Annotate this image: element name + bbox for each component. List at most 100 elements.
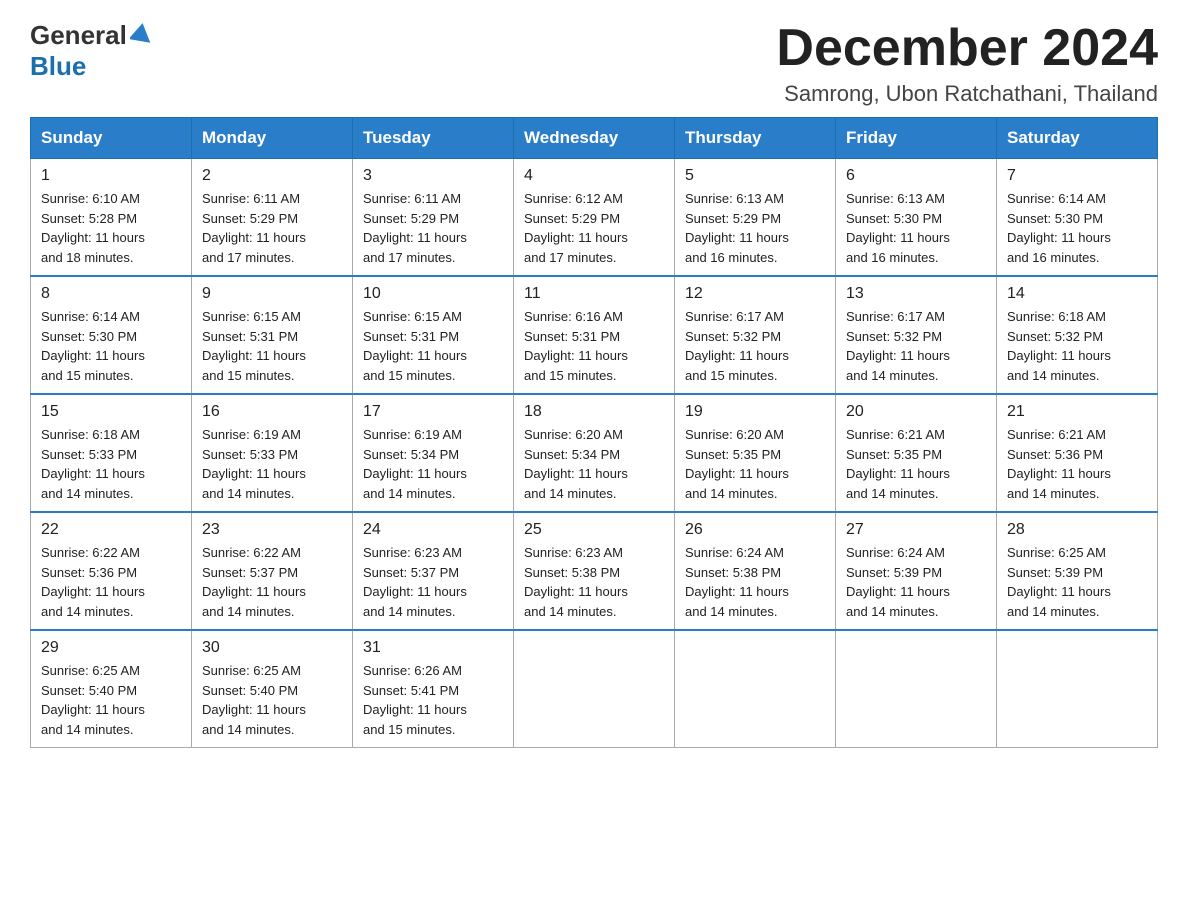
calendar-day-cell: 20 Sunrise: 6:21 AM Sunset: 5:35 PM Dayl…: [836, 394, 997, 512]
day-number: 30: [202, 639, 342, 657]
calendar-day-cell: [997, 630, 1158, 748]
calendar-body: 1 Sunrise: 6:10 AM Sunset: 5:28 PM Dayli…: [31, 159, 1158, 748]
day-info: Sunrise: 6:18 AM Sunset: 5:33 PM Dayligh…: [41, 425, 181, 503]
day-number: 12: [685, 285, 825, 303]
weekday-header-cell: Friday: [836, 118, 997, 159]
day-info: Sunrise: 6:26 AM Sunset: 5:41 PM Dayligh…: [363, 661, 503, 739]
weekday-header-cell: Wednesday: [514, 118, 675, 159]
calendar-week-row: 22 Sunrise: 6:22 AM Sunset: 5:36 PM Dayl…: [31, 512, 1158, 630]
day-number: 9: [202, 285, 342, 303]
location-title: Samrong, Ubon Ratchathani, Thailand: [776, 81, 1158, 107]
calendar-table: SundayMondayTuesdayWednesdayThursdayFrid…: [30, 117, 1158, 748]
calendar-day-cell: 14 Sunrise: 6:18 AM Sunset: 5:32 PM Dayl…: [997, 276, 1158, 394]
logo: General Blue: [30, 20, 152, 82]
calendar-week-row: 29 Sunrise: 6:25 AM Sunset: 5:40 PM Dayl…: [31, 630, 1158, 748]
day-info: Sunrise: 6:25 AM Sunset: 5:40 PM Dayligh…: [202, 661, 342, 739]
month-title: December 2024: [776, 20, 1158, 77]
day-number: 18: [524, 403, 664, 421]
day-info: Sunrise: 6:20 AM Sunset: 5:34 PM Dayligh…: [524, 425, 664, 503]
day-info: Sunrise: 6:13 AM Sunset: 5:29 PM Dayligh…: [685, 189, 825, 267]
calendar-day-cell: 31 Sunrise: 6:26 AM Sunset: 5:41 PM Dayl…: [353, 630, 514, 748]
day-info: Sunrise: 6:22 AM Sunset: 5:37 PM Dayligh…: [202, 543, 342, 621]
logo-blue-text: Blue: [30, 51, 86, 81]
day-info: Sunrise: 6:25 AM Sunset: 5:40 PM Dayligh…: [41, 661, 181, 739]
calendar-day-cell: [514, 630, 675, 748]
calendar-day-cell: 30 Sunrise: 6:25 AM Sunset: 5:40 PM Dayl…: [192, 630, 353, 748]
day-number: 25: [524, 521, 664, 539]
page-header: General Blue December 2024 Samrong, Ubon…: [30, 20, 1158, 107]
day-info: Sunrise: 6:17 AM Sunset: 5:32 PM Dayligh…: [846, 307, 986, 385]
day-number: 13: [846, 285, 986, 303]
day-number: 31: [363, 639, 503, 657]
day-number: 5: [685, 167, 825, 185]
day-info: Sunrise: 6:18 AM Sunset: 5:32 PM Dayligh…: [1007, 307, 1147, 385]
calendar-day-cell: 27 Sunrise: 6:24 AM Sunset: 5:39 PM Dayl…: [836, 512, 997, 630]
day-info: Sunrise: 6:13 AM Sunset: 5:30 PM Dayligh…: [846, 189, 986, 267]
calendar-day-cell: 2 Sunrise: 6:11 AM Sunset: 5:29 PM Dayli…: [192, 159, 353, 277]
calendar-day-cell: 9 Sunrise: 6:15 AM Sunset: 5:31 PM Dayli…: [192, 276, 353, 394]
day-info: Sunrise: 6:22 AM Sunset: 5:36 PM Dayligh…: [41, 543, 181, 621]
day-info: Sunrise: 6:23 AM Sunset: 5:37 PM Dayligh…: [363, 543, 503, 621]
day-number: 6: [846, 167, 986, 185]
day-info: Sunrise: 6:19 AM Sunset: 5:33 PM Dayligh…: [202, 425, 342, 503]
day-info: Sunrise: 6:24 AM Sunset: 5:39 PM Dayligh…: [846, 543, 986, 621]
day-info: Sunrise: 6:21 AM Sunset: 5:35 PM Dayligh…: [846, 425, 986, 503]
day-info: Sunrise: 6:10 AM Sunset: 5:28 PM Dayligh…: [41, 189, 181, 267]
day-number: 11: [524, 285, 664, 303]
weekday-header-row: SundayMondayTuesdayWednesdayThursdayFrid…: [31, 118, 1158, 159]
day-info: Sunrise: 6:19 AM Sunset: 5:34 PM Dayligh…: [363, 425, 503, 503]
day-number: 17: [363, 403, 503, 421]
calendar-day-cell: 10 Sunrise: 6:15 AM Sunset: 5:31 PM Dayl…: [353, 276, 514, 394]
day-number: 20: [846, 403, 986, 421]
day-info: Sunrise: 6:14 AM Sunset: 5:30 PM Dayligh…: [41, 307, 181, 385]
day-info: Sunrise: 6:15 AM Sunset: 5:31 PM Dayligh…: [202, 307, 342, 385]
calendar-day-cell: 8 Sunrise: 6:14 AM Sunset: 5:30 PM Dayli…: [31, 276, 192, 394]
weekday-header-cell: Thursday: [675, 118, 836, 159]
calendar-day-cell: 6 Sunrise: 6:13 AM Sunset: 5:30 PM Dayli…: [836, 159, 997, 277]
day-info: Sunrise: 6:23 AM Sunset: 5:38 PM Dayligh…: [524, 543, 664, 621]
calendar-week-row: 1 Sunrise: 6:10 AM Sunset: 5:28 PM Dayli…: [31, 159, 1158, 277]
day-info: Sunrise: 6:16 AM Sunset: 5:31 PM Dayligh…: [524, 307, 664, 385]
day-info: Sunrise: 6:24 AM Sunset: 5:38 PM Dayligh…: [685, 543, 825, 621]
day-number: 14: [1007, 285, 1147, 303]
calendar-day-cell: 13 Sunrise: 6:17 AM Sunset: 5:32 PM Dayl…: [836, 276, 997, 394]
day-number: 22: [41, 521, 181, 539]
day-info: Sunrise: 6:17 AM Sunset: 5:32 PM Dayligh…: [685, 307, 825, 385]
calendar-day-cell: 18 Sunrise: 6:20 AM Sunset: 5:34 PM Dayl…: [514, 394, 675, 512]
calendar-day-cell: 3 Sunrise: 6:11 AM Sunset: 5:29 PM Dayli…: [353, 159, 514, 277]
day-number: 1: [41, 167, 181, 185]
calendar-day-cell: 28 Sunrise: 6:25 AM Sunset: 5:39 PM Dayl…: [997, 512, 1158, 630]
day-number: 24: [363, 521, 503, 539]
logo-triangle-icon: [130, 21, 152, 43]
logo-general-text: General: [30, 20, 127, 51]
day-number: 19: [685, 403, 825, 421]
calendar-day-cell: 29 Sunrise: 6:25 AM Sunset: 5:40 PM Dayl…: [31, 630, 192, 748]
calendar-day-cell: 4 Sunrise: 6:12 AM Sunset: 5:29 PM Dayli…: [514, 159, 675, 277]
calendar-day-cell: 15 Sunrise: 6:18 AM Sunset: 5:33 PM Dayl…: [31, 394, 192, 512]
calendar-day-cell: 16 Sunrise: 6:19 AM Sunset: 5:33 PM Dayl…: [192, 394, 353, 512]
day-number: 29: [41, 639, 181, 657]
day-number: 7: [1007, 167, 1147, 185]
day-info: Sunrise: 6:21 AM Sunset: 5:36 PM Dayligh…: [1007, 425, 1147, 503]
calendar-day-cell: 21 Sunrise: 6:21 AM Sunset: 5:36 PM Dayl…: [997, 394, 1158, 512]
calendar-day-cell: 7 Sunrise: 6:14 AM Sunset: 5:30 PM Dayli…: [997, 159, 1158, 277]
day-number: 27: [846, 521, 986, 539]
calendar-day-cell: 19 Sunrise: 6:20 AM Sunset: 5:35 PM Dayl…: [675, 394, 836, 512]
day-info: Sunrise: 6:11 AM Sunset: 5:29 PM Dayligh…: [202, 189, 342, 267]
weekday-header-cell: Saturday: [997, 118, 1158, 159]
day-number: 3: [363, 167, 503, 185]
day-number: 2: [202, 167, 342, 185]
day-number: 26: [685, 521, 825, 539]
calendar-week-row: 8 Sunrise: 6:14 AM Sunset: 5:30 PM Dayli…: [31, 276, 1158, 394]
calendar-day-cell: 25 Sunrise: 6:23 AM Sunset: 5:38 PM Dayl…: [514, 512, 675, 630]
weekday-header-cell: Monday: [192, 118, 353, 159]
calendar-day-cell: 11 Sunrise: 6:16 AM Sunset: 5:31 PM Dayl…: [514, 276, 675, 394]
title-block: December 2024 Samrong, Ubon Ratchathani,…: [776, 20, 1158, 107]
day-number: 4: [524, 167, 664, 185]
day-info: Sunrise: 6:20 AM Sunset: 5:35 PM Dayligh…: [685, 425, 825, 503]
calendar-week-row: 15 Sunrise: 6:18 AM Sunset: 5:33 PM Dayl…: [31, 394, 1158, 512]
day-info: Sunrise: 6:25 AM Sunset: 5:39 PM Dayligh…: [1007, 543, 1147, 621]
calendar-day-cell: [836, 630, 997, 748]
calendar-day-cell: 24 Sunrise: 6:23 AM Sunset: 5:37 PM Dayl…: [353, 512, 514, 630]
day-info: Sunrise: 6:14 AM Sunset: 5:30 PM Dayligh…: [1007, 189, 1147, 267]
